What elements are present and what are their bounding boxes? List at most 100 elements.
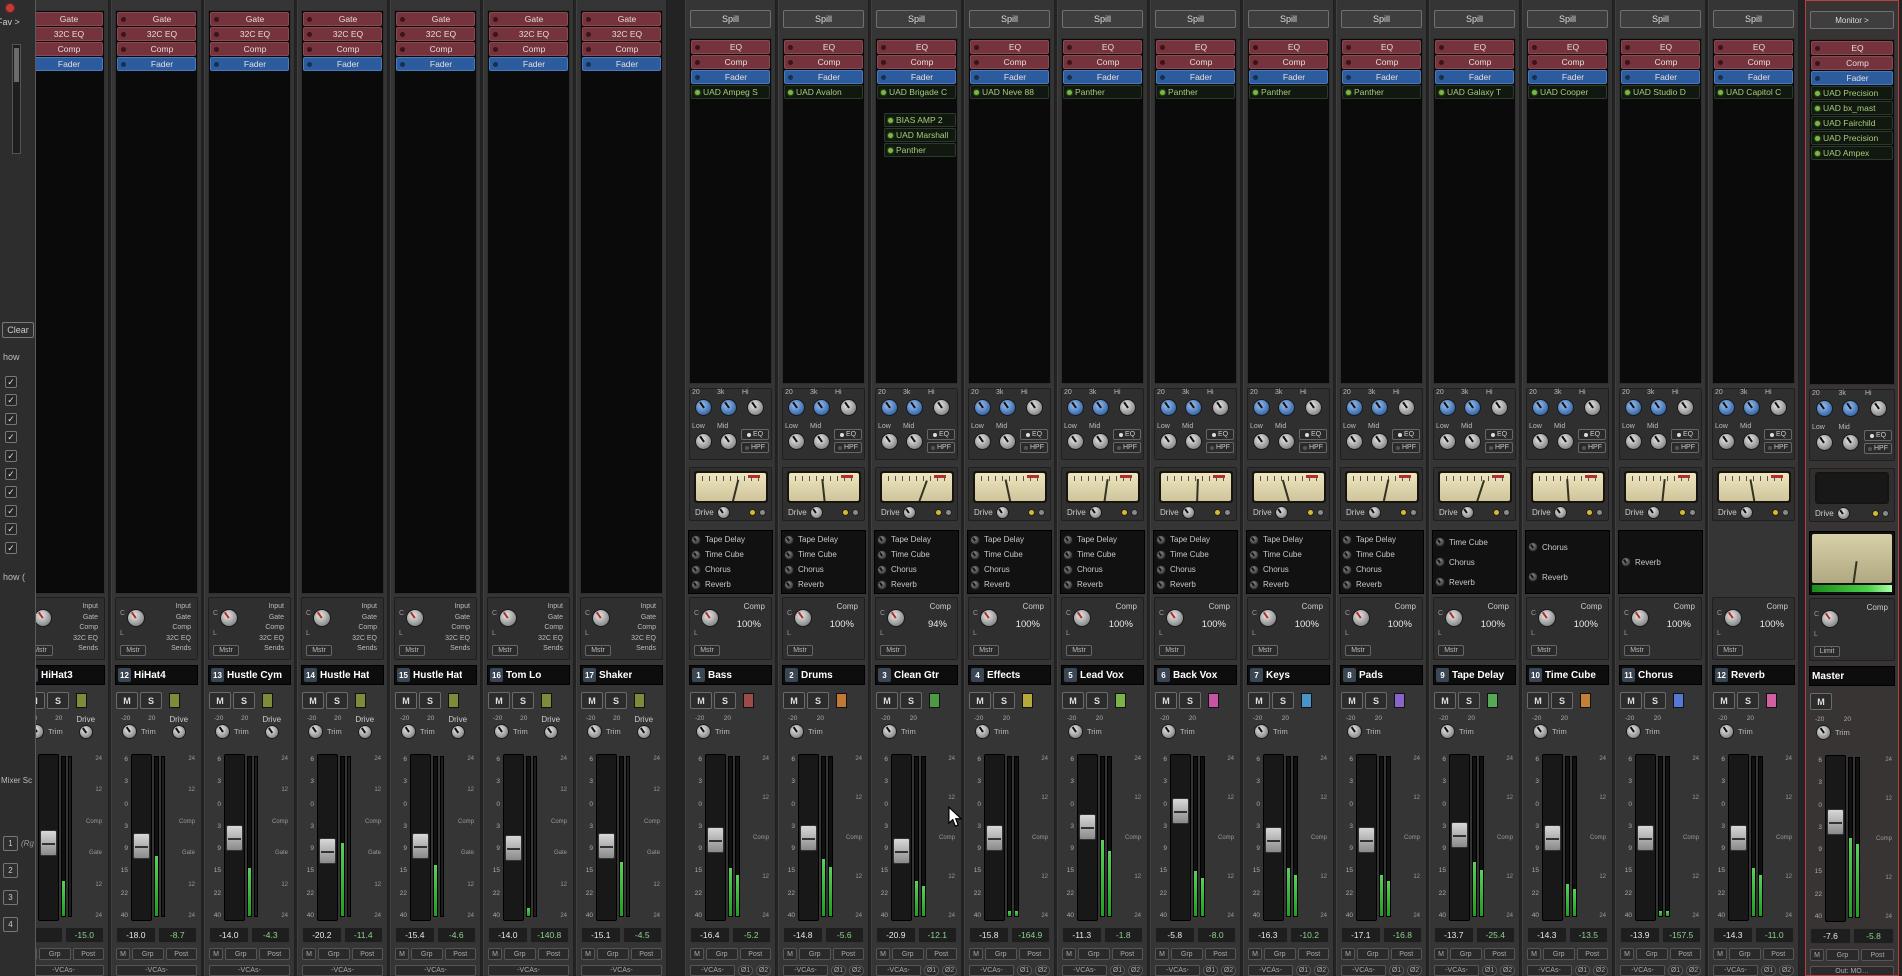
meter-point-button[interactable]: Post bbox=[73, 948, 105, 960]
gain-readout[interactable]: -20.2 bbox=[302, 927, 342, 943]
mstr-assign-button[interactable]: Mstr bbox=[585, 645, 611, 656]
spill-button[interactable]: Spill bbox=[876, 10, 957, 28]
eq-enable-button[interactable]: EQ bbox=[927, 429, 955, 440]
eq-mid-gain-knob[interactable] bbox=[720, 433, 737, 450]
send-row[interactable]: Reverb bbox=[1342, 578, 1421, 592]
hpf-enable-button[interactable]: HPF bbox=[1299, 442, 1327, 453]
mstr-assign-button[interactable]: Mstr bbox=[880, 645, 906, 656]
send-row[interactable]: Chorus bbox=[877, 563, 956, 577]
eq-mid-gain-knob[interactable] bbox=[1278, 433, 1295, 450]
send-row[interactable]: Tape Delay bbox=[970, 533, 1049, 547]
processor-fader[interactable]: Fader bbox=[1249, 70, 1328, 84]
vca-button[interactable]: -VCAs- bbox=[1713, 965, 1758, 976]
eq-mid-freq-knob[interactable] bbox=[1650, 399, 1667, 416]
send-knob[interactable] bbox=[970, 535, 980, 545]
comp-knob[interactable] bbox=[1352, 609, 1370, 627]
plugin-slot[interactable]: UAD Marshall bbox=[884, 128, 956, 142]
solo-button[interactable]: S bbox=[1458, 692, 1480, 709]
mixer-scene-button[interactable]: 4 bbox=[3, 917, 18, 932]
mstr-assign-button[interactable]: Mstr bbox=[1345, 645, 1371, 656]
processor-comp[interactable]: Comp bbox=[970, 55, 1049, 69]
meter-point-button[interactable]: Post bbox=[1484, 948, 1516, 960]
send-knob[interactable] bbox=[877, 550, 887, 560]
processor-fader[interactable]: Fader bbox=[303, 57, 382, 71]
phase-1-button[interactable]: Ø1 bbox=[1575, 965, 1590, 976]
eq-hi-gain-knob[interactable] bbox=[933, 399, 950, 416]
processor-box[interactable]: EQCompFaderUAD Avalon bbox=[782, 38, 865, 384]
plugin-slot[interactable]: UAD Avalon bbox=[784, 85, 863, 99]
mstr-assign-button[interactable]: Mstr bbox=[787, 645, 813, 656]
processor-comp[interactable]: Comp bbox=[1621, 55, 1700, 69]
processor-box[interactable]: EQCompFaderPanther bbox=[1340, 38, 1423, 384]
vca-button[interactable]: -VCAs- bbox=[302, 965, 383, 976]
processor-eq[interactable]: EQ bbox=[877, 40, 956, 54]
hpf-enable-button[interactable]: HPF bbox=[927, 442, 955, 453]
drive-knob[interactable] bbox=[1089, 506, 1102, 519]
hpf-enable-button[interactable]: HPF bbox=[1764, 442, 1792, 453]
send-row[interactable]: Reverb bbox=[1249, 578, 1328, 592]
processor-fader[interactable]: Fader bbox=[970, 70, 1049, 84]
group-button[interactable]: Grp bbox=[225, 948, 257, 960]
solo-button[interactable]: S bbox=[714, 692, 736, 709]
processor-eq[interactable]: EQ bbox=[691, 40, 770, 54]
processor-fader[interactable]: Fader bbox=[1063, 70, 1142, 84]
mute-button[interactable]: M bbox=[1527, 692, 1549, 709]
eq-enable-button[interactable]: EQ bbox=[741, 429, 769, 440]
strip-name-row[interactable]: 3Clean Gtr bbox=[875, 665, 958, 685]
drive-knob[interactable] bbox=[1368, 506, 1381, 519]
phase-2-button[interactable]: Ø2 bbox=[756, 965, 771, 976]
fader-slot[interactable] bbox=[891, 754, 912, 921]
solo-button[interactable]: S bbox=[140, 692, 162, 709]
processor-comp[interactable]: Comp bbox=[396, 42, 475, 56]
send-knob[interactable] bbox=[1342, 535, 1352, 545]
hpf-enable-button[interactable]: HPF bbox=[1578, 442, 1606, 453]
fader-handle[interactable] bbox=[1358, 827, 1375, 853]
eq-mid-freq-knob[interactable] bbox=[1278, 399, 1295, 416]
peak-readout[interactable]: -5.8 bbox=[1853, 928, 1894, 944]
fader-slot[interactable] bbox=[1356, 754, 1377, 921]
phase-1-button[interactable]: Ø1 bbox=[1203, 965, 1218, 976]
eq-mid-freq-knob[interactable] bbox=[906, 399, 923, 416]
processor-fader[interactable]: Fader bbox=[489, 57, 568, 71]
fader-slot[interactable] bbox=[984, 754, 1005, 921]
fader-slot[interactable] bbox=[1263, 754, 1284, 921]
group-button[interactable]: Grp bbox=[1264, 948, 1296, 960]
phase-2-button[interactable]: Ø2 bbox=[1500, 965, 1515, 976]
comp-knob[interactable] bbox=[1259, 609, 1277, 627]
meter-point-button[interactable]: Post bbox=[538, 948, 570, 960]
processor-comp[interactable]: Comp bbox=[1528, 55, 1607, 69]
solo-button[interactable]: S bbox=[326, 692, 348, 709]
send-row[interactable]: Reverb bbox=[1063, 578, 1142, 592]
plugin-slot[interactable]: UAD bx_mast bbox=[1811, 101, 1893, 115]
fader-handle[interactable] bbox=[1172, 798, 1189, 824]
hpf-enable-button[interactable]: HPF bbox=[1864, 443, 1892, 454]
eq-mid-gain-knob[interactable] bbox=[1185, 433, 1202, 450]
show-checkbox[interactable]: ✓ bbox=[5, 450, 17, 462]
strip-name-row[interactable]: 12HiHat4 bbox=[115, 665, 198, 685]
processor-fader[interactable]: Fader bbox=[1528, 70, 1607, 84]
peak-readout[interactable]: -5.6 bbox=[825, 927, 865, 943]
fader-handle[interactable] bbox=[1730, 825, 1747, 851]
phase-2-button[interactable]: Ø2 bbox=[1593, 965, 1608, 976]
eq-low-gain-knob[interactable] bbox=[1625, 433, 1642, 450]
solo-button[interactable]: S bbox=[1365, 692, 1387, 709]
processor-box[interactable]: EQCompFaderUAD Cooper bbox=[1526, 38, 1609, 384]
fader-handle[interactable] bbox=[1451, 822, 1468, 848]
processor-comp[interactable]: Comp bbox=[1714, 55, 1793, 69]
comp-knob[interactable] bbox=[1073, 609, 1091, 627]
processor-box[interactable]: EQCompFaderUAD Ampeg S bbox=[689, 38, 772, 384]
solo-button[interactable]: S bbox=[1644, 692, 1666, 709]
processor-comp[interactable]: Comp bbox=[117, 42, 196, 56]
peak-readout[interactable]: -164.9 bbox=[1011, 927, 1051, 943]
send-knob[interactable] bbox=[1063, 565, 1073, 575]
meter-point-button[interactable]: Post bbox=[1763, 948, 1795, 960]
show-checkbox[interactable]: ✓ bbox=[5, 468, 17, 480]
eq-enable-button[interactable]: EQ bbox=[1299, 429, 1327, 440]
plugin-slot[interactable]: UAD Precision bbox=[1811, 131, 1893, 145]
fader-slot[interactable] bbox=[798, 754, 819, 921]
spill-button[interactable]: Spill bbox=[1434, 10, 1515, 28]
mstr-assign-button[interactable]: Mstr bbox=[1531, 645, 1557, 656]
fader-handle[interactable] bbox=[707, 827, 724, 853]
solo-button[interactable]: S bbox=[1737, 692, 1759, 709]
send-row[interactable]: Time Cube bbox=[691, 548, 770, 562]
